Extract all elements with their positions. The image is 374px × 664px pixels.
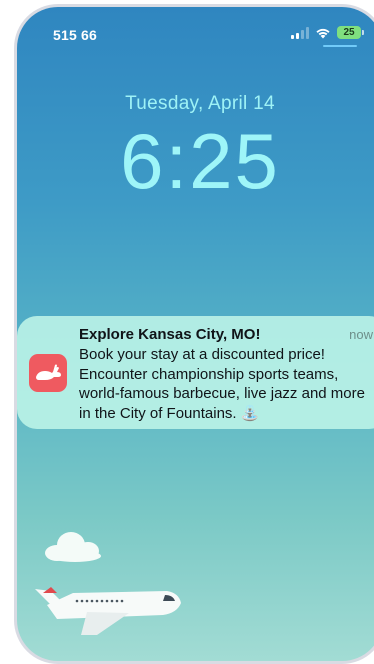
cloud-illustration	[45, 532, 101, 562]
airplane-illustration	[35, 587, 181, 635]
lock-screen: 515 66 25 Tuesday, April 14 6:25 Explore…	[17, 7, 374, 661]
notification-time: now	[349, 327, 373, 342]
screenshot-frame: 515 66 25 Tuesday, April 14 6:25 Explore…	[0, 0, 374, 664]
rabbit-icon	[36, 364, 61, 380]
notification-card[interactable]: Explore Kansas City, MO! now Book your s…	[17, 316, 374, 429]
app-icon	[29, 354, 67, 392]
phone-frame: 515 66 25 Tuesday, April 14 6:25 Explore…	[14, 4, 374, 664]
notification-body: Book your stay at a discounted price! En…	[79, 346, 365, 422]
notification-title: Explore Kansas City, MO!	[79, 326, 261, 343]
